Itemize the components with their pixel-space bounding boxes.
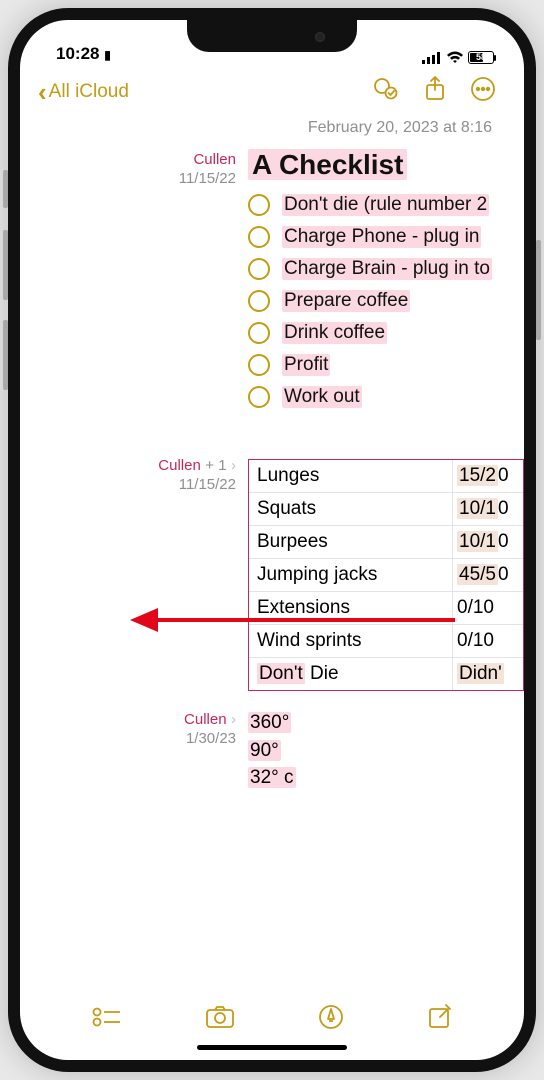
exercise-table[interactable]: Lunges15/20Squats10/10Burpees10/10Jumpin… [248, 459, 524, 691]
nav-actions [372, 76, 496, 107]
table-row[interactable]: Don't DieDidn' [249, 658, 523, 690]
attribution-1[interactable]: Cullen 11/15/22 [20, 149, 248, 187]
table-cell-value: 15/20 [453, 460, 523, 492]
camera-tool-icon[interactable] [205, 1005, 235, 1034]
nav-bar: ‹ All iCloud [20, 68, 524, 117]
table-cell-name: Lunges [249, 460, 453, 492]
checklist-item[interactable]: Charge Brain - plug in to [248, 253, 524, 285]
note-title: A Checklist [248, 149, 524, 181]
power-button [536, 240, 541, 340]
table-row[interactable]: Extensions0/10 [249, 592, 523, 625]
checkbox-circle-icon[interactable] [248, 258, 270, 280]
note-timestamp: February 20, 2023 at 8:16 [20, 117, 524, 149]
chevron-right-icon: › [231, 711, 236, 728]
checklist-item[interactable]: Drink coffee [248, 317, 524, 349]
checklist-text: Prepare coffee [282, 290, 410, 312]
table-cell-value: Didn' [453, 658, 523, 690]
degree-line: 90° [248, 737, 524, 765]
notch [187, 20, 357, 52]
chevron-right-icon: › [231, 457, 236, 474]
degree-lines: 360°90°32° c [248, 709, 524, 792]
back-label: All iCloud [49, 81, 129, 103]
checkbox-circle-icon[interactable] [248, 322, 270, 344]
section-degrees: Cullen › 1/30/23 360°90°32° c [20, 709, 524, 792]
table-cell-name: Burpees [249, 526, 453, 558]
checkbox-circle-icon[interactable] [248, 226, 270, 248]
compose-tool-icon[interactable] [427, 1004, 453, 1035]
checklist-item[interactable]: Don't die (rule number 2 [248, 189, 524, 221]
checklist-text: Drink coffee [282, 322, 387, 344]
share-icon[interactable] [424, 76, 446, 107]
table-cell-name: Wind sprints [249, 625, 453, 657]
table-cell-value: 45/50 [453, 559, 523, 591]
checklist-tool-icon[interactable] [92, 1006, 122, 1033]
shortcuts-icon: ▮ [104, 48, 111, 62]
degree-line: 32° c [248, 764, 524, 792]
battery-percent: 58 [476, 53, 486, 62]
checkbox-circle-icon[interactable] [248, 194, 270, 216]
author-plus: + 1 [205, 457, 226, 474]
checklist-body: A Checklist Don't die (rule number 2 Char… [248, 149, 524, 413]
section-checklist: Cullen 11/15/22 A Checklist Don't die (r… [20, 149, 524, 413]
checklist-item[interactable]: Prepare coffee [248, 285, 524, 317]
section-table: Cullen + 1 › 11/15/22 Lunges15/20Squats1… [20, 455, 524, 691]
wifi-icon [446, 51, 464, 64]
table-row[interactable]: Wind sprints0/10 [249, 625, 523, 658]
author-name: Cullen [193, 151, 236, 168]
battery-icon: 58 [468, 51, 494, 64]
table-row[interactable]: Squats10/10 [249, 493, 523, 526]
more-icon[interactable] [470, 76, 496, 107]
table-row[interactable]: Lunges15/20 [249, 460, 523, 493]
time-text: 10:28 [56, 44, 99, 63]
status-right: 58 [422, 51, 494, 64]
checklist-item[interactable]: Work out [248, 381, 524, 413]
author-date-3: 1/30/23 [20, 730, 236, 747]
phone-frame: 10:28 ▮ 58 ‹ All iCloud [8, 8, 536, 1072]
table-cell-name: Jumping jacks [249, 559, 453, 591]
chevron-left-icon: ‹ [38, 79, 47, 105]
table-cell-value: 0/10 [453, 625, 523, 657]
cellular-signal-icon [422, 52, 442, 64]
status-time: 10:28 ▮ [56, 44, 111, 64]
table-body: Lunges15/20Squats10/10Burpees10/10Jumpin… [248, 455, 524, 691]
checklist-text: Don't die (rule number 2 [282, 194, 489, 216]
checkbox-circle-icon[interactable] [248, 354, 270, 376]
checklist-text: Charge Brain - plug in to [282, 258, 492, 280]
checklist-text: Work out [282, 386, 362, 408]
table-cell-value: 10/10 [453, 493, 523, 525]
table-cell-name: Don't Die [249, 658, 453, 690]
back-button[interactable]: ‹ All iCloud [38, 79, 129, 105]
table-cell-name: Extensions [249, 592, 453, 624]
attribution-3[interactable]: Cullen › 1/30/23 [20, 709, 248, 747]
checklist-item[interactable]: Charge Phone - plug in [248, 221, 524, 253]
attribution-2[interactable]: Cullen + 1 › 11/15/22 [20, 455, 248, 493]
author-name-2: Cullen [158, 457, 201, 474]
markup-tool-icon[interactable] [318, 1004, 344, 1035]
screen: 10:28 ▮ 58 ‹ All iCloud [20, 20, 524, 1060]
table-cell-value: 10/10 [453, 526, 523, 558]
checkbox-circle-icon[interactable] [248, 386, 270, 408]
author-date-2: 11/15/22 [20, 476, 236, 493]
table-cell-value: 0/10 [453, 592, 523, 624]
checklist-text: Profit [282, 354, 330, 376]
author-name-3: Cullen [184, 711, 227, 728]
title-text: A Checklist [248, 149, 407, 180]
author-date: 11/15/22 [20, 170, 236, 187]
checklist-text: Charge Phone - plug in [282, 226, 481, 248]
collab-icon[interactable] [372, 77, 400, 106]
table-row[interactable]: Burpees10/10 [249, 526, 523, 559]
table-cell-name: Squats [249, 493, 453, 525]
note-content[interactable]: February 20, 2023 at 8:16 Cullen 11/15/2… [20, 117, 524, 988]
home-indicator[interactable] [197, 1045, 347, 1050]
checkbox-circle-icon[interactable] [248, 290, 270, 312]
checklist: Don't die (rule number 2 Charge Phone - p… [248, 189, 524, 413]
table-row[interactable]: Jumping jacks45/50 [249, 559, 523, 592]
degree-line: 360° [248, 709, 524, 737]
checklist-item[interactable]: Profit [248, 349, 524, 381]
